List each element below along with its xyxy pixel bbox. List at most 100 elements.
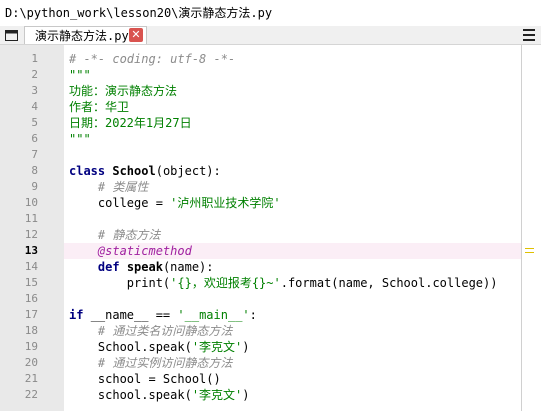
code-line[interactable] — [64, 147, 521, 163]
code-token: college = — [69, 196, 171, 210]
code-line-text: school.speak('李克文') — [69, 387, 250, 403]
line-number: 16 — [24, 292, 38, 305]
code-line-text: """ — [69, 67, 91, 83]
overview-ruler-marker — [525, 248, 534, 253]
code-line-text: college = '泸州职业技术学院' — [69, 195, 281, 211]
line-number: 4 — [31, 100, 38, 113]
code-token: 日期：2022年1月27日 — [69, 116, 192, 130]
line-number: 2 — [31, 68, 38, 81]
tab-bar: 演示静态方法.py ✕ — [0, 26, 541, 45]
code-line[interactable]: print('{}，欢迎报考{}~'.format(name, School.c… — [64, 275, 521, 291]
code-line-text: School.speak('李克文') — [69, 339, 250, 355]
hamburger-menu-icon[interactable] — [523, 29, 535, 41]
code-line-text: class School(object): — [69, 163, 221, 179]
code-line[interactable]: @staticmethod — [64, 243, 521, 259]
code-line[interactable]: # 类属性 — [64, 179, 521, 195]
line-number: 14 — [24, 260, 38, 273]
close-tab-icon[interactable]: ✕ — [129, 28, 143, 42]
code-token: """ — [69, 68, 91, 82]
code-line[interactable]: 功能：演示静态方法 — [64, 83, 521, 99]
line-number: 5 — [31, 116, 38, 129]
line-number: 11 — [24, 212, 38, 225]
line-number: 12 — [24, 228, 38, 241]
code-line[interactable]: # 静态方法 — [64, 227, 521, 243]
line-number: 18 — [24, 324, 38, 337]
code-line-text: # 通过实例访问静态方法 — [69, 355, 232, 371]
code-token: (object): — [155, 164, 221, 178]
code-token: if — [69, 308, 91, 322]
line-number: 10 — [24, 196, 38, 209]
file-tab-label: 演示静态方法.py — [35, 29, 129, 43]
code-line-text: # 类属性 — [69, 179, 148, 195]
code-line[interactable]: 日期：2022年1月27日 — [64, 115, 521, 131]
code-token: 作者：华卫 — [69, 100, 130, 114]
line-number: 8 — [31, 164, 38, 177]
code-line[interactable] — [64, 291, 521, 307]
line-number: 1 — [31, 52, 38, 65]
code-token: # 通过类名访问静态方法 — [97, 324, 233, 338]
code-line[interactable]: # 通过类名访问静态方法 — [64, 323, 521, 339]
code-token: def — [97, 260, 127, 274]
line-number: 6 — [31, 132, 38, 145]
code-line-text: @staticmethod — [69, 243, 192, 259]
line-number: 15 — [24, 276, 38, 289]
line-number: 17 — [24, 308, 38, 321]
code-line-text: 作者：华卫 — [69, 99, 129, 115]
code-token: (name): — [162, 260, 214, 274]
code-token: school = School() — [69, 372, 221, 386]
code-token: """ — [69, 132, 91, 146]
code-token: class — [69, 164, 113, 178]
code-token: __name__ == — [90, 308, 178, 322]
code-line[interactable]: class School(object): — [64, 163, 521, 179]
code-token: # 类属性 — [97, 180, 149, 194]
code-line[interactable]: 作者：华卫 — [64, 99, 521, 115]
code-token: School.speak( — [69, 340, 192, 354]
code-line[interactable]: college = '泸州职业技术学院' — [64, 195, 521, 211]
code-line[interactable]: """ — [64, 67, 521, 83]
code-editor[interactable]: 1 # -*- coding: utf-8 -*- 2 """ 3 功能：演示静态方法 4 作… — [0, 45, 541, 411]
code-line-text: 功能：演示静态方法 — [69, 83, 177, 99]
code-line[interactable]: # 通过实例访问静态方法 — [64, 355, 521, 371]
code-token: '李克文' — [191, 340, 243, 354]
code-token: School — [112, 164, 156, 178]
code-line-text: # 静态方法 — [69, 227, 160, 243]
code-line[interactable]: school = School() — [64, 371, 521, 387]
code-token: 功能：演示静态方法 — [69, 84, 178, 98]
code-line[interactable]: # -*- coding: utf-8 -*- — [64, 51, 521, 67]
file-tab[interactable]: 演示静态方法.py ✕ — [24, 26, 147, 44]
code-token: @staticmethod — [97, 244, 192, 258]
code-token: school.speak( — [69, 388, 192, 402]
code-line-text: def speak(name): — [69, 259, 214, 275]
right-margin-line — [521, 45, 522, 411]
code-token: ) — [242, 388, 250, 402]
code-line[interactable]: if __name__ == '__main__': — [64, 307, 521, 323]
code-line[interactable]: school.speak('李克文') — [64, 387, 521, 403]
file-path-title: D:\python_work\lesson20\演示静态方法.py — [5, 6, 273, 20]
code-token: # 通过实例访问静态方法 — [97, 356, 233, 370]
code-line[interactable]: """ — [64, 131, 521, 147]
line-number: 20 — [24, 356, 38, 369]
line-number: 7 — [31, 148, 38, 161]
code-line-text: # 通过类名访问静态方法 — [69, 323, 232, 339]
code-line-text: school = School() — [69, 371, 221, 387]
code-token: .format(name, School.college)) — [280, 276, 498, 290]
code-token: : — [249, 308, 257, 322]
code-line-text: 日期：2022年1月27日 — [69, 115, 192, 131]
code-line[interactable]: def speak(name): — [64, 259, 521, 275]
code-token: '__main__' — [177, 308, 250, 322]
code-line[interactable]: School.speak('李克文') — [64, 339, 521, 355]
code-line-text: """ — [69, 131, 91, 147]
tab-list-icon[interactable] — [4, 29, 18, 41]
line-number: 21 — [24, 372, 38, 385]
code-line-text: # -*- coding: utf-8 -*- — [69, 51, 235, 67]
code-token: # -*- coding: utf-8 -*- — [69, 52, 236, 66]
code-line[interactable] — [64, 211, 521, 227]
code-token: '泸州职业技术学院' — [170, 196, 281, 210]
code-line-text: print('{}，欢迎报考{}~'.format(name, School.c… — [69, 275, 498, 291]
